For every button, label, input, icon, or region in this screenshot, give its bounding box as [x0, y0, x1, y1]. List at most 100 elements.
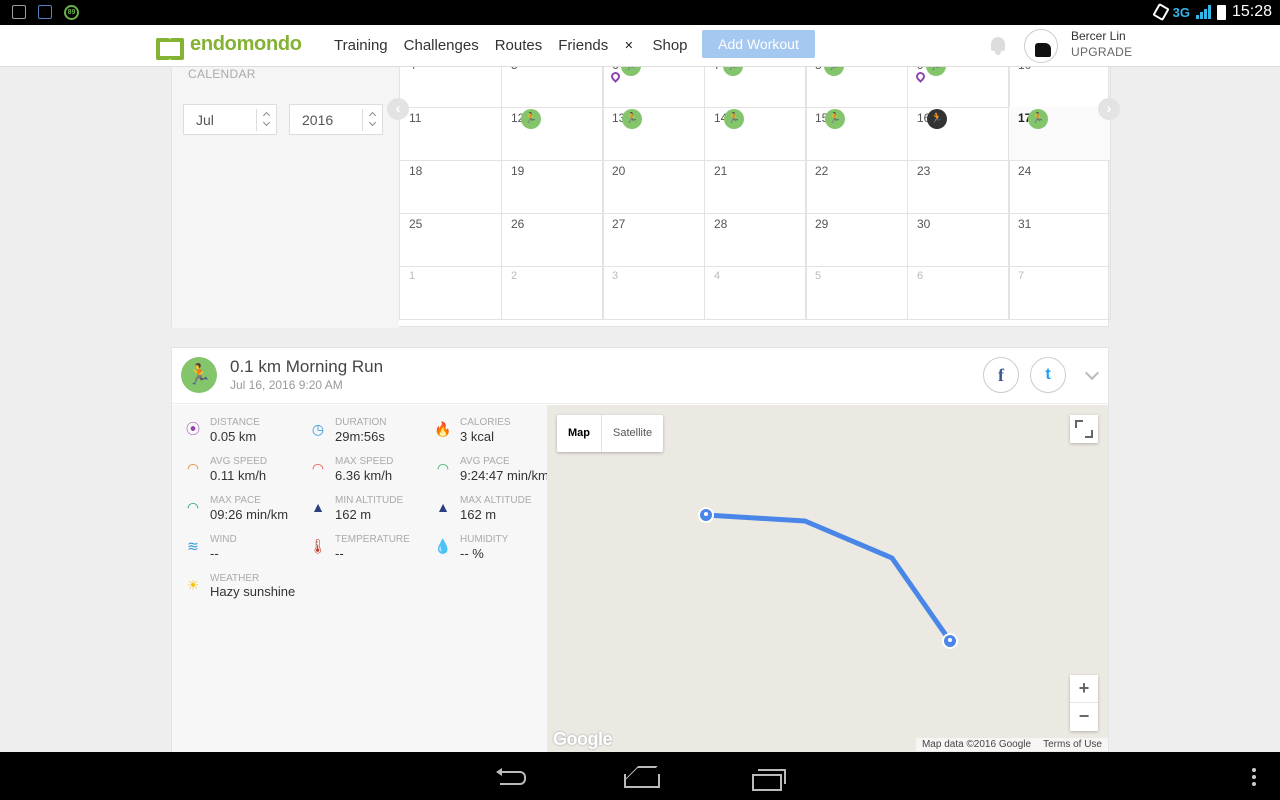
- personal-record-pin-icon: [914, 70, 927, 83]
- month-stepper-icon[interactable]: [256, 109, 276, 131]
- stat-value: 0.05 km: [210, 429, 257, 444]
- overflow-menu-icon[interactable]: [1252, 768, 1256, 786]
- workout-stats: ⦿ DISTANCE 0.05 km ◷ DURATION 29m:56s 🔥 CALORIE…: [172, 405, 549, 752]
- map-type-satellite-button[interactable]: Satellite: [602, 415, 663, 452]
- workout-panel: 🏃 0.1 km Morning Run Jul 16, 2016 9:20 A…: [171, 347, 1109, 752]
- avatar[interactable]: [1024, 29, 1058, 63]
- twitter-share-icon[interactable]: t: [1030, 357, 1066, 393]
- year-stepper-icon[interactable]: [362, 109, 382, 131]
- terms-of-use-link[interactable]: Terms of Use: [1043, 739, 1102, 750]
- facebook-share-icon[interactable]: f: [983, 357, 1019, 393]
- stat-value: 09:26 min/km: [210, 507, 289, 522]
- map-data-credit: Map data ©2016 Google: [921, 739, 1032, 750]
- nav-challenges[interactable]: Challenges: [404, 37, 479, 54]
- stat-value: -- %: [460, 546, 484, 561]
- calendar-day-cell[interactable]: 31: [1008, 213, 1111, 267]
- calendar-day-cell[interactable]: 13 🏃: [602, 107, 705, 161]
- calendar-day-cell[interactable]: 22: [805, 160, 908, 214]
- calendar-day-number: 20: [612, 164, 626, 178]
- calendar-prev-arrow-icon[interactable]: ‹: [387, 98, 409, 120]
- stat-value: 29m:56s: [335, 429, 385, 444]
- android-nav-bar: [0, 752, 1280, 800]
- calendar-day-cell[interactable]: 2: [501, 266, 604, 320]
- wind-icon: ≋: [187, 538, 199, 554]
- calendar-day-cell[interactable]: 6: [907, 266, 1010, 320]
- home-icon[interactable]: [622, 768, 660, 788]
- stat-label: MAX PACE: [210, 495, 261, 506]
- running-workout-icon[interactable]: 🏃: [521, 109, 541, 129]
- chevron-down-icon[interactable]: [1084, 365, 1100, 381]
- running-workout-icon[interactable]: 🏃: [724, 109, 744, 129]
- route-path-layer: [698, 507, 958, 649]
- running-workout-icon[interactable]: 🏃: [825, 109, 845, 129]
- stat-label: DURATION: [335, 417, 387, 428]
- zoom-in-button[interactable]: +: [1070, 675, 1098, 703]
- calendar-day-cell[interactable]: 18: [399, 160, 502, 214]
- stat-max-speed: ◠ MAX SPEED 6.36 km/h: [309, 456, 429, 492]
- nav-friends[interactable]: Friends: [558, 37, 608, 54]
- calendar-label: CALENDAR: [188, 67, 256, 81]
- calendar-day-cell[interactable]: 1: [399, 266, 502, 320]
- calendar-day-cell[interactable]: 26: [501, 213, 604, 267]
- calendar-day-cell[interactable]: 12 🏃: [501, 107, 604, 161]
- upgrade-link[interactable]: UPGRADE: [1071, 45, 1132, 59]
- running-workout-icon[interactable]: 🏃: [1028, 109, 1048, 129]
- calendar-day-cell[interactable]: 5: [805, 266, 908, 320]
- badge-notification-icon: 89: [64, 5, 79, 20]
- calendar-day-cell[interactable]: 28: [704, 213, 807, 267]
- nav-training[interactable]: Training: [334, 37, 388, 54]
- calendar-day-cell[interactable]: 29: [805, 213, 908, 267]
- stat-max-pace: ◠ MAX PACE 09:26 min/km: [184, 495, 304, 531]
- calendar-day-cell[interactable]: 25: [399, 213, 502, 267]
- calendar-day-cell[interactable]: 19: [501, 160, 604, 214]
- map-type-map-button[interactable]: Map: [557, 415, 602, 452]
- stat-avg-pace: ◠ AVG PACE 9:24:47 min/km: [434, 456, 554, 492]
- calendar-day-cell[interactable]: 16 🏃: [907, 107, 1010, 161]
- notifications-bell-icon[interactable]: [988, 35, 1008, 55]
- year-select[interactable]: 2016: [289, 104, 383, 135]
- fullscreen-icon[interactable]: [1070, 415, 1098, 443]
- zoom-out-button[interactable]: −: [1070, 703, 1098, 731]
- status-right-cluster: 3G 15:28: [1151, 2, 1272, 22]
- calendar-day-cell[interactable]: 30: [907, 213, 1010, 267]
- calendar-day-cell[interactable]: 14 🏃: [704, 107, 807, 161]
- route-map[interactable]: Map Satellite + − Google Map data ©2016 …: [547, 405, 1108, 752]
- calendar-day-cell[interactable]: 11: [399, 107, 502, 161]
- month-select[interactable]: Jul: [183, 104, 277, 135]
- stat-label: AVG PACE: [460, 456, 510, 467]
- workout-title[interactable]: 0.1 km Morning Run: [230, 357, 383, 377]
- calendar-day-cell[interactable]: 17 🏃: [1008, 107, 1111, 161]
- calendar-day-number: 5: [815, 270, 822, 282]
- brand-logo[interactable]: endomondo: [156, 33, 302, 60]
- calendar-day-cell[interactable]: 20: [602, 160, 705, 214]
- calendar-day-cell[interactable]: 27: [602, 213, 705, 267]
- calendar-day-cell[interactable]: 7: [1008, 266, 1111, 320]
- running-workout-icon[interactable]: 🏃: [622, 109, 642, 129]
- add-workout-button[interactable]: Add Workout: [702, 30, 815, 58]
- user-name[interactable]: Bercer Lin: [1071, 29, 1126, 43]
- nav-routes[interactable]: Routes: [495, 37, 543, 54]
- back-icon[interactable]: [496, 768, 528, 786]
- network-type: 3G: [1172, 4, 1190, 20]
- calendar-day-number: 31: [1018, 217, 1032, 231]
- calendar-day-number: 7: [1018, 270, 1025, 282]
- calendar-day-cell[interactable]: 24: [1008, 160, 1111, 214]
- mountain-high-icon: ▲: [436, 499, 450, 515]
- calendar-day-number: 18: [409, 164, 423, 178]
- calendar-day-cell[interactable]: 23: [907, 160, 1010, 214]
- stat-weather: ☀ WEATHER Hazy sunshine: [184, 573, 304, 609]
- recent-apps-icon[interactable]: [752, 768, 786, 791]
- calendar-day-cell[interactable]: 4: [704, 266, 807, 320]
- stat-label: WEATHER: [210, 573, 260, 584]
- stat-avg-speed: ◠ AVG SPEED 0.11 km/h: [184, 456, 304, 492]
- stat-max-altitude: ▲ MAX ALTITUDE 162 m: [434, 495, 554, 531]
- calendar-day-cell[interactable]: 3: [602, 266, 705, 320]
- stat-distance: ⦿ DISTANCE 0.05 km: [184, 417, 304, 453]
- calendar-day-cell[interactable]: 21: [704, 160, 807, 214]
- running-workout-icon[interactable]: 🏃: [927, 109, 947, 129]
- mountain-low-icon: ▲: [311, 499, 325, 515]
- calendar-day-cell[interactable]: 15 🏃: [805, 107, 908, 161]
- nav-shop[interactable]: ✕ Shop: [624, 37, 703, 54]
- calendar-next-arrow-icon[interactable]: ›: [1098, 98, 1120, 120]
- map-type-toggle: Map Satellite: [557, 415, 664, 452]
